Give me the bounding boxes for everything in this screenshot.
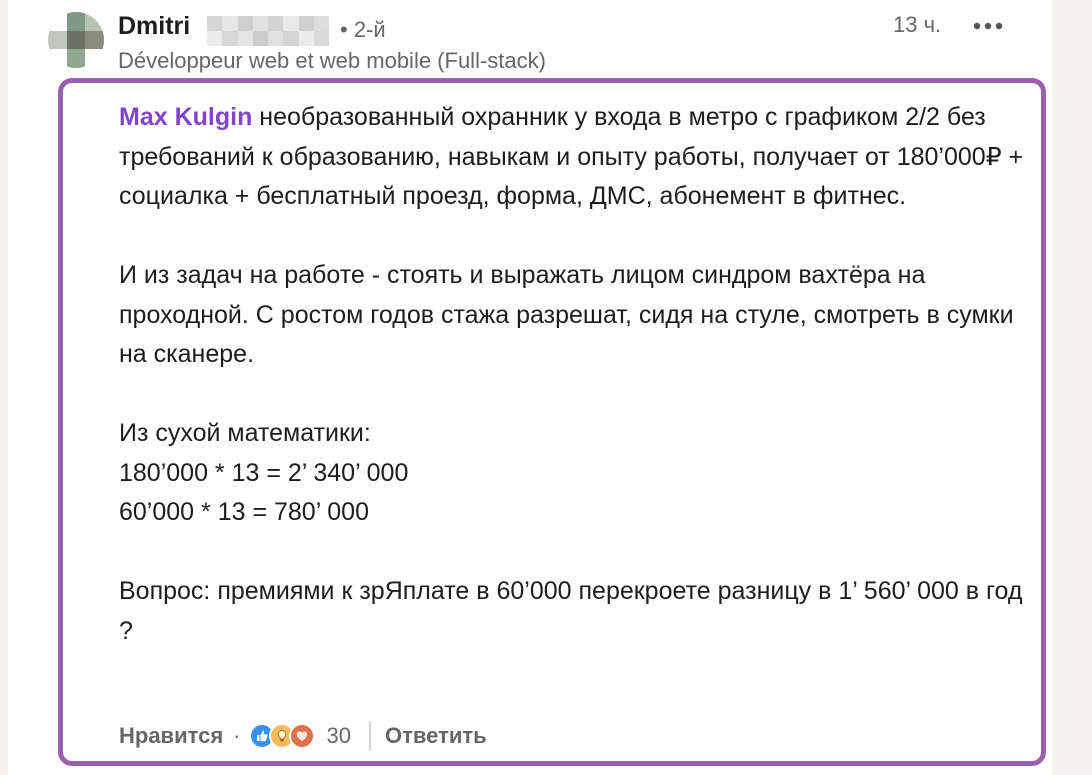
actions-divider [368,721,371,751]
comment-math-line: 60’000 * 13 = 780’ 000 [119,498,369,526]
comment-math-line: Из сухой математики: [119,419,371,447]
comment-paragraph-4: Вопрос: премиями к зрЯплате в 60’000 пер… [119,577,1023,645]
comment-timestamp: 13 ч. [893,12,942,37]
author-headline: Développeur web et web mobile (Full-stac… [118,48,546,73]
mention-link[interactable]: Max Kulgin [119,103,252,131]
comment-actions: Нравится · 30 Ответить [119,716,487,756]
reactions-summary[interactable] [248,723,315,749]
more-horizontal-icon [973,22,1003,30]
author-name[interactable]: Dmitri [118,12,190,41]
page-background-left [0,0,8,775]
reaction-count[interactable]: 30 [327,723,351,749]
page-background-right [1052,0,1092,775]
comment-paragraph-2: И из задач на работе - стоять и выражать… [119,261,1014,368]
comment-paragraph-1: Max Kulgin необразованный охранник у вхо… [119,98,1039,217]
action-separator: · [233,723,241,748]
like-button[interactable]: Нравится [119,723,223,749]
connection-degree: • 2-й [340,17,386,42]
comment-body: Max Kulgin необразованный охранник у вхо… [119,98,1039,651]
redacted-surname [207,16,329,46]
avatar[interactable] [48,12,104,68]
comment-math-line: 180’000 * 13 = 2’ 340’ 000 [119,458,409,487]
comment-paragraph-1-text: необразованный охранник у входа в метро … [119,103,1024,210]
more-options-button[interactable] [966,14,1010,38]
reply-button[interactable]: Ответить [385,723,487,749]
love-reaction-icon [288,723,315,749]
